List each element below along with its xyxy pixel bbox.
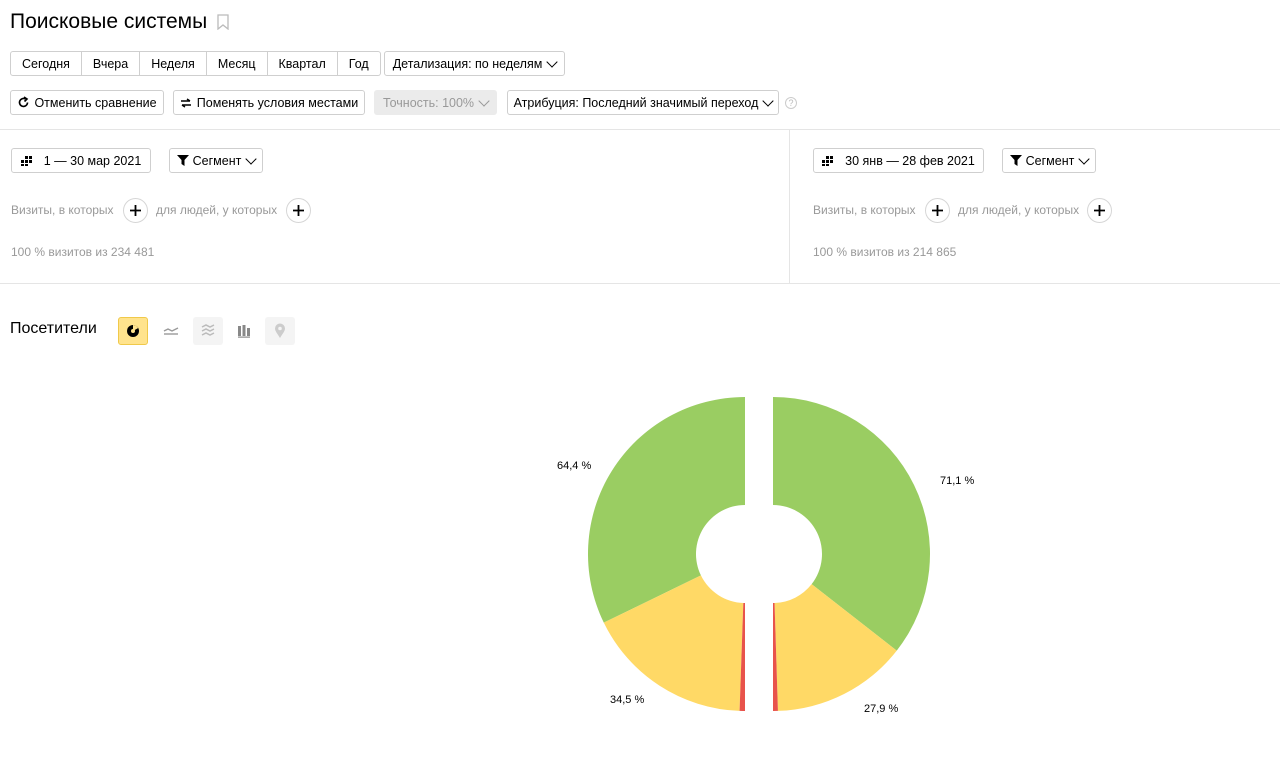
pie-chart — [587, 397, 930, 711]
pie-slice-0-0 — [587, 397, 745, 623]
pie-label-left-yellow: 34,5 % — [610, 694, 645, 706]
pie-label-right-green: 71,1 % — [940, 475, 975, 487]
pie-label-left-green: 64,4 % — [557, 460, 592, 472]
pie-label-right-yellow: 27,9 % — [864, 703, 899, 715]
